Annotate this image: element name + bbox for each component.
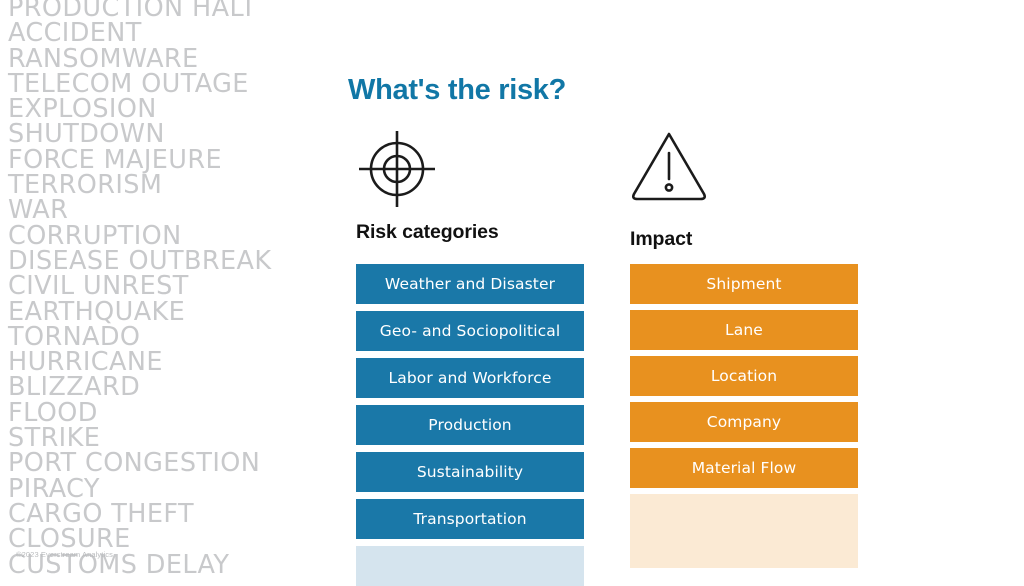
impact-chip[interactable]: Location (630, 356, 858, 396)
copyright-notice: ©2023 Everstream Analytics (16, 550, 113, 559)
impact-list: Shipment Lane Location Company Material Flow (630, 264, 858, 568)
risk-categories-chip[interactable]: Sustainability (356, 452, 584, 492)
impact-chip[interactable]: Lane (630, 310, 858, 350)
risk-categories-chip[interactable]: Weather and Disaster (356, 264, 584, 304)
risk-categories-chip[interactable]: Labor and Workforce (356, 358, 584, 398)
impact-chip[interactable]: Company (630, 402, 858, 442)
risk-event-word: CLOSURE (8, 524, 131, 555)
risk-categories-chip-faded (356, 546, 584, 586)
risk-categories-chip[interactable]: Transportation (356, 499, 584, 539)
risk-categories-chip[interactable]: Production (356, 405, 584, 445)
impact-chip[interactable]: Material Flow (630, 448, 858, 488)
risk-categories-chip[interactable]: Geo- and Sociopolitical (356, 311, 584, 351)
risk-event-word: WAR (8, 195, 69, 226)
risk-event-word: BLIZZARD (8, 372, 141, 403)
risk-categories-list: Weather and Disaster Geo- and Sociopoliti… (356, 264, 584, 586)
risk-event-word: SHUTDOWN (8, 119, 165, 150)
impact-heading: Impact (630, 228, 693, 250)
target-crosshair-icon (356, 128, 438, 215)
risk-event-word-list: PRODUCTION HALT ACCIDENT RANSOMWARE TELECOM… (8, 0, 338, 578)
page-title: What's the risk? (348, 74, 567, 106)
risk-categories-heading: Risk categories (356, 221, 499, 243)
risk-event-word: PORT CONGESTION (8, 448, 261, 479)
risk-event-word: ACCIDENT (8, 18, 142, 49)
impact-chip-faded (630, 494, 858, 568)
warning-triangle-icon (628, 125, 710, 212)
impact-chip[interactable]: Shipment (630, 264, 858, 304)
risk-event-word: CIVIL UNREST (8, 271, 189, 302)
